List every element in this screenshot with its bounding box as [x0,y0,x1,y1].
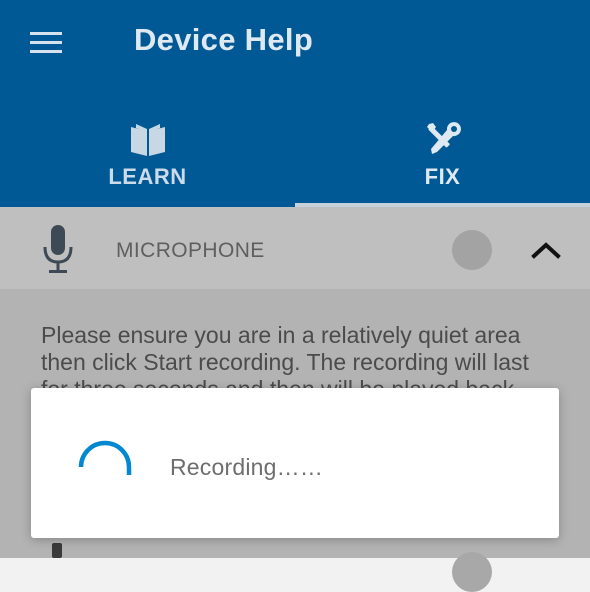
microphone-icon [52,543,62,558]
recording-dialog: Recording…… [31,388,559,538]
book-icon [0,120,295,160]
chevron-up-icon[interactable] [531,240,561,260]
app-bar: Device Help LEARN FIX [0,0,590,207]
microphone-section-header[interactable]: MICROPHONE [0,207,590,289]
status-indicator [452,552,492,592]
tab-learn-label: LEARN [108,164,187,189]
hamburger-menu-icon[interactable] [30,30,63,56]
microphone-icon [42,225,74,275]
recording-status: Recording…… [170,454,324,480]
tab-learn[interactable]: LEARN [0,112,295,207]
tab-fix[interactable]: FIX [295,112,590,207]
status-indicator [452,230,492,270]
tab-fix-label: FIX [424,164,461,189]
microphone-label: MICROPHONE [116,239,265,262]
wrench-screwdriver-icon [295,120,590,160]
app-title: Device Help [134,22,314,57]
progress-spinner-icon [77,439,133,495]
